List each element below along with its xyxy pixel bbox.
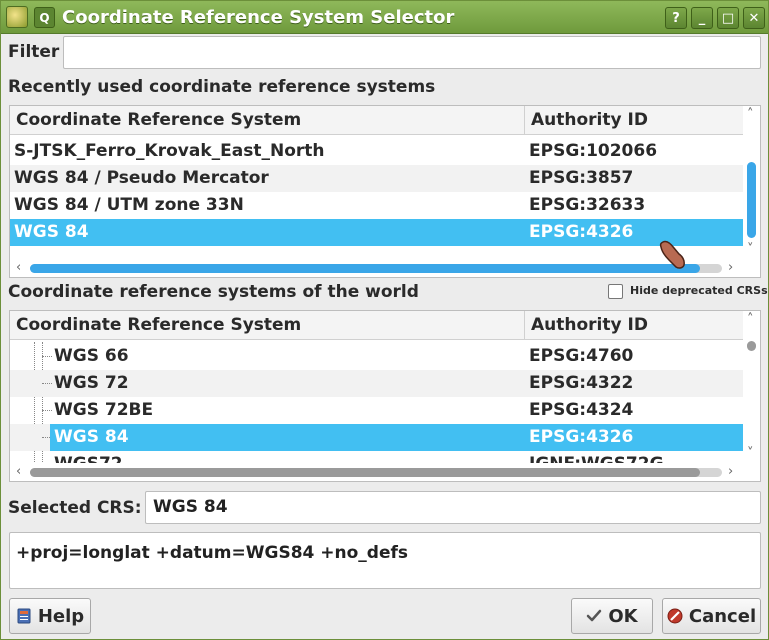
authority-id-cell: EPSG:4322 — [529, 373, 634, 393]
authority-id-cell: IGNF:WGS72G — [529, 451, 664, 463]
authority-id-cell: EPSG:102066 — [529, 141, 658, 161]
crs-name-cell: WGS 72BE — [54, 400, 154, 420]
ok-button[interactable]: OK — [571, 598, 653, 634]
crs-name-cell: WGS 66 — [54, 346, 129, 366]
qgis-app-icon — [6, 6, 28, 28]
scroll-up-arrow-icon[interactable]: ˄ — [747, 108, 754, 122]
recent-crs-table[interactable]: Coordinate Reference System Authority ID… — [9, 105, 761, 278]
world-crs-heading: Coordinate reference systems of the worl… — [8, 282, 419, 302]
world-horizontal-scrollbar[interactable]: ‹ › — [10, 463, 743, 481]
authority-id-cell: EPSG:4326 — [529, 427, 634, 447]
authority-id-cell: EPSG:4760 — [529, 346, 634, 366]
window-title: Coordinate Reference System Selector — [62, 7, 455, 28]
table-row[interactable]: WGS 84 / UTM zone 33N EPSG:32633 — [10, 192, 743, 219]
minimize-button[interactable]: _ — [691, 7, 713, 29]
window-menu-icon[interactable]: Q — [34, 7, 55, 28]
scroll-down-arrow-icon[interactable]: ˅ — [747, 243, 754, 257]
maximize-button[interactable]: □ — [717, 7, 739, 29]
scroll-left-arrow-icon[interactable]: ‹ — [16, 261, 21, 275]
crs-name-cell: WGS 84 / UTM zone 33N — [14, 195, 244, 215]
table-row[interactable]: WGS 84 / Pseudo Mercator EPSG:3857 — [10, 165, 743, 192]
scroll-thumb[interactable] — [30, 264, 700, 273]
help-title-button[interactable]: ? — [665, 7, 687, 29]
crs-selector-window: Q Coordinate Reference System Selector ?… — [0, 0, 769, 640]
recent-crs-heading: Recently used coordinate reference syste… — [8, 77, 436, 97]
cancel-icon — [667, 608, 683, 624]
table-row-selected[interactable]: WGS 84 EPSG:4326 — [10, 219, 743, 246]
world-vertical-scrollbar[interactable]: ˄ ˅ — [743, 311, 760, 463]
scroll-down-arrow-icon[interactable]: ˅ — [747, 447, 754, 461]
cancel-button-label: Cancel — [688, 605, 757, 627]
checkmark-icon — [587, 609, 602, 622]
hand-pointer-cursor-icon — [659, 240, 685, 269]
crs-name-cell: S-JTSK_Ferro_Krovak_East_North — [14, 141, 325, 161]
authority-id-cell: EPSG:4326 — [529, 222, 634, 242]
scroll-left-arrow-icon[interactable]: ‹ — [16, 465, 21, 479]
column-header-crs[interactable]: Coordinate Reference System — [10, 106, 524, 135]
scroll-thumb[interactable] — [747, 162, 756, 238]
hide-deprecated-label[interactable]: Hide deprecated CRSs — [630, 284, 768, 297]
scroll-right-arrow-icon[interactable]: › — [728, 261, 733, 275]
title-bar[interactable]: Q Coordinate Reference System Selector ?… — [1, 1, 768, 34]
table-row[interactable]: WGS 84 EPSG:4326 — [10, 424, 743, 451]
crs-name-cell: WGS 84 — [54, 427, 129, 447]
world-table-header: Coordinate Reference System Authority ID — [10, 311, 743, 340]
filter-input[interactable] — [63, 36, 761, 69]
proj-definition-text[interactable]: +proj=longlat +datum=WGS84 +no_defs — [9, 532, 761, 589]
scroll-thumb[interactable] — [30, 468, 700, 477]
scroll-right-arrow-icon[interactable]: › — [728, 465, 733, 479]
ok-button-label: OK — [608, 605, 638, 627]
filter-label: Filter — [8, 42, 60, 62]
table-row[interactable]: WGS 72 EPSG:4322 — [10, 370, 743, 397]
hide-deprecated-checkbox[interactable] — [608, 284, 623, 299]
table-row[interactable]: WGS 66 EPSG:4760 — [10, 343, 743, 370]
selected-crs-field[interactable]: WGS 84 — [145, 491, 761, 524]
crs-name-cell: WGS72 — [54, 451, 524, 463]
cancel-button[interactable]: Cancel — [662, 598, 761, 634]
help-button-label: Help — [37, 605, 85, 627]
column-header-authority-id[interactable]: Authority ID — [525, 311, 743, 340]
help-button[interactable]: Help — [9, 598, 91, 634]
table-row[interactable]: S-JTSK_Ferro_Krovak_East_North EPSG:1020… — [10, 138, 743, 165]
scroll-up-arrow-icon[interactable]: ˄ — [747, 313, 754, 327]
crs-name-cell: WGS 84 — [14, 222, 89, 242]
column-header-crs[interactable]: Coordinate Reference System — [10, 311, 524, 340]
authority-id-cell: EPSG:3857 — [529, 168, 634, 188]
crs-name-cell: WGS 72 — [54, 373, 129, 393]
world-crs-table[interactable]: Coordinate Reference System Authority ID… — [9, 310, 761, 482]
authority-id-cell: EPSG:4324 — [529, 400, 634, 420]
recent-horizontal-scrollbar[interactable]: ‹ › — [10, 259, 743, 277]
help-book-icon — [17, 608, 31, 624]
authority-id-cell: EPSG:32633 — [529, 195, 646, 215]
scroll-thumb[interactable] — [747, 341, 756, 351]
recent-table-header: Coordinate Reference System Authority ID — [10, 106, 743, 135]
table-row[interactable]: WGS 72BE EPSG:4324 — [10, 397, 743, 424]
close-button[interactable]: ✕ — [743, 7, 765, 29]
column-header-authority-id[interactable]: Authority ID — [525, 106, 743, 135]
recent-vertical-scrollbar[interactable]: ˄ ˅ — [743, 106, 760, 259]
table-row[interactable]: WGS72 IGNF:WGS72G — [10, 451, 743, 463]
selected-crs-label: Selected CRS: — [8, 498, 142, 518]
crs-name-cell: WGS 84 / Pseudo Mercator — [14, 168, 269, 188]
